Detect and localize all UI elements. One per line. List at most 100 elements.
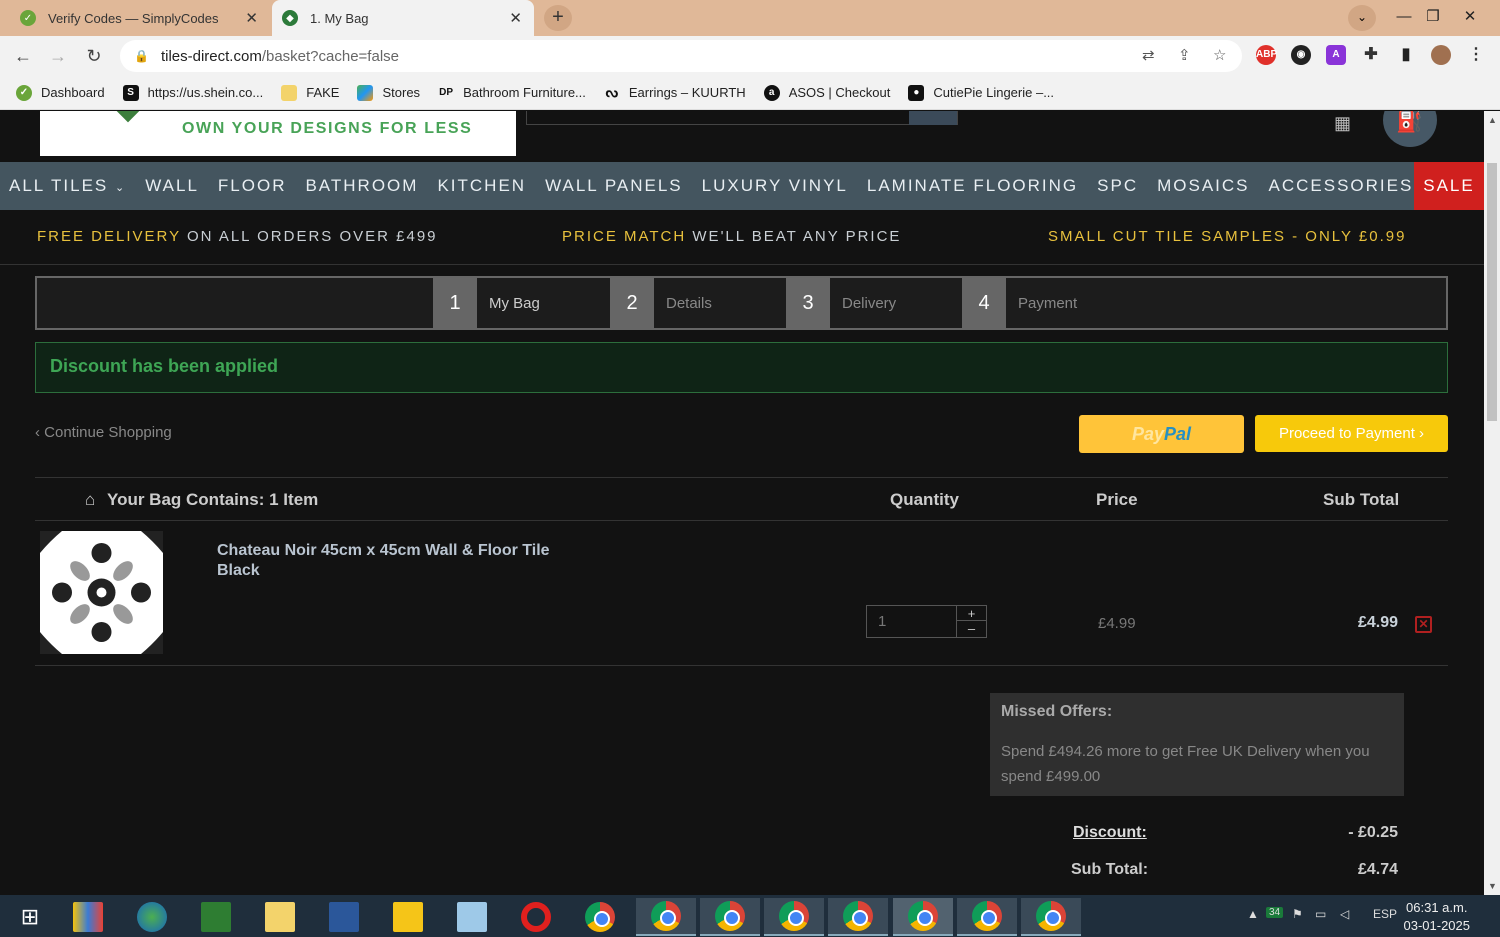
- network-icon[interactable]: ▭: [1315, 907, 1326, 921]
- calculator-icon[interactable]: ▦: [1334, 113, 1351, 134]
- scrollbar-thumb[interactable]: [1487, 163, 1497, 421]
- tray-badge[interactable]: 34: [1266, 907, 1284, 918]
- page-scrollbar[interactable]: ▲ ▼: [1484, 111, 1500, 895]
- bookmark-star-icon[interactable]: ☆: [1213, 46, 1226, 64]
- discount-label[interactable]: Discount:: [1073, 824, 1147, 842]
- extensions-puzzle-icon[interactable]: ✚: [1361, 45, 1381, 65]
- nav-kitchen[interactable]: KITCHEN: [437, 176, 526, 196]
- taskbar-chrome-profile-2[interactable]: [700, 898, 760, 936]
- chrome-icon: [715, 901, 745, 931]
- taskbar-chrome-profile-4[interactable]: [828, 898, 888, 936]
- scroll-down-icon[interactable]: ▼: [1488, 881, 1497, 891]
- nav-wall-panels[interactable]: WALL PANELS: [545, 176, 683, 196]
- restore-icon[interactable]: ❐: [1413, 0, 1453, 36]
- taskbar-chrome-profile-1[interactable]: [636, 898, 696, 936]
- search-button[interactable]: [909, 111, 957, 125]
- taskbar-pdf[interactable]: [378, 898, 438, 936]
- product-name-link[interactable]: Chateau Noir 45cm x 45cm Wall & Floor Ti…: [217, 541, 587, 581]
- tab-simplycodes[interactable]: ✓ Verify Codes — SimplyCodes ✕: [10, 0, 270, 36]
- tray-overflow-icon[interactable]: ▲: [1247, 907, 1259, 921]
- nav-spc[interactable]: SPC: [1097, 176, 1138, 196]
- bookmark-label: FAKE: [306, 85, 340, 100]
- side-panel-icon[interactable]: ▮: [1396, 45, 1416, 65]
- menu-kebab-icon[interactable]: ⋮: [1466, 45, 1486, 65]
- taskbar-chrome-profile-7[interactable]: [1021, 898, 1081, 936]
- flag-icon[interactable]: ⚑: [1292, 907, 1303, 921]
- start-button[interactable]: ⊞: [0, 898, 60, 936]
- bookmark-kuurth[interactable]: ᔓ Earrings – KUURTH: [604, 84, 746, 101]
- clock[interactable]: 06:31 a.m. 03-01-2025: [1404, 899, 1471, 935]
- step-my-bag[interactable]: 1 My Bag: [433, 278, 540, 328]
- bookmark-label: ASOS | Checkout: [788, 85, 891, 100]
- address-bar[interactable]: 🔒 tiles-direct.com/basket?cache=false ⇄ …: [120, 40, 1242, 72]
- close-tab-icon[interactable]: ✕: [509, 9, 522, 27]
- nav-bathroom[interactable]: BATHROOM: [305, 176, 418, 196]
- taskbar-chrome[interactable]: [570, 898, 630, 936]
- profile-avatar[interactable]: [1431, 45, 1451, 65]
- translate-icon[interactable]: ⇄: [1142, 46, 1155, 64]
- tab-my-bag[interactable]: ◆ 1. My Bag ✕: [272, 0, 534, 36]
- remove-item-icon[interactable]: ✕: [1415, 616, 1432, 633]
- scroll-up-icon[interactable]: ▲: [1488, 115, 1497, 125]
- quantity-input[interactable]: [867, 606, 957, 637]
- nav-floor[interactable]: FLOOR: [218, 176, 287, 196]
- taskbar-app-2[interactable]: [122, 898, 182, 936]
- product-thumbnail[interactable]: [40, 531, 163, 654]
- quantity-stepper[interactable]: + –: [866, 605, 987, 638]
- step-number: 3: [786, 278, 830, 328]
- bookmark-cutiepie[interactable]: ● CutiePie Lingerie –...: [908, 84, 1054, 101]
- taskbar-word[interactable]: [314, 898, 374, 936]
- extension-a-icon[interactable]: A: [1326, 45, 1346, 65]
- taskbar-opera[interactable]: [506, 898, 566, 936]
- proceed-to-payment-button[interactable]: Proceed to Payment ›: [1255, 415, 1448, 452]
- forward-icon[interactable]: →: [45, 43, 71, 69]
- reload-icon[interactable]: ↻: [81, 43, 107, 69]
- taskbar-chrome-profile-5[interactable]: [893, 898, 953, 936]
- bookmark-asos[interactable]: a ASOS | Checkout: [763, 84, 891, 101]
- promo-strip: FREE DELIVERY ON ALL ORDERS OVER £499 PR…: [0, 210, 1484, 265]
- nav-all-tiles[interactable]: ALL TILES ⌄: [9, 176, 126, 196]
- close-tab-icon[interactable]: ✕: [245, 9, 258, 27]
- bookmark-shein[interactable]: Shttps://us.shein.co...: [122, 84, 263, 101]
- bookmark-bathroom-furniture[interactable]: DP Bathroom Furniture...: [438, 85, 586, 101]
- back-icon[interactable]: ←: [10, 43, 36, 69]
- step-details[interactable]: 2 Details: [610, 278, 712, 328]
- nav-sale[interactable]: SALE: [1414, 162, 1484, 210]
- decrement-button[interactable]: –: [957, 621, 986, 636]
- bookmark-stores[interactable]: Stores: [357, 84, 420, 101]
- item-subtotal: £4.99: [1358, 614, 1399, 631]
- adblock-icon[interactable]: ABP: [1256, 45, 1277, 65]
- volume-icon[interactable]: ◁: [1340, 907, 1349, 921]
- taskbar-chrome-profile-3[interactable]: [764, 898, 824, 936]
- site-search-input[interactable]: [526, 111, 958, 125]
- tab-search-button[interactable]: ⌄: [1348, 5, 1376, 31]
- subtotal-value: £4.74: [1357, 861, 1398, 878]
- nav-laminate-flooring[interactable]: LAMINATE FLOORING: [867, 176, 1078, 196]
- nav-mosaics[interactable]: MOSAICS: [1157, 176, 1249, 196]
- basket-icon[interactable]: ⛽: [1383, 111, 1437, 147]
- nav-wall[interactable]: WALL: [145, 176, 199, 196]
- taskbar-chrome-profile-6[interactable]: [957, 898, 1017, 936]
- close-window-icon[interactable]: ✕: [1450, 0, 1490, 36]
- step-delivery[interactable]: 3 Delivery: [786, 278, 896, 328]
- input-language[interactable]: ESP: [1373, 907, 1397, 921]
- increment-button[interactable]: +: [957, 606, 986, 621]
- step-number: 1: [433, 278, 477, 328]
- nav-accessories[interactable]: ACCESSORIES: [1269, 176, 1414, 196]
- nav-luxury-vinyl[interactable]: LUXURY VINYL: [702, 176, 848, 196]
- taskbar-app-3[interactable]: [186, 898, 246, 936]
- new-tab-button[interactable]: +: [544, 5, 572, 31]
- taskbar-file-explorer[interactable]: [250, 898, 310, 936]
- share-icon[interactable]: ⇪: [1178, 46, 1191, 64]
- paypal-button[interactable]: PayPal: [1079, 415, 1244, 453]
- pdf-icon: [393, 902, 423, 932]
- extension-circle-icon[interactable]: ◉: [1291, 45, 1311, 65]
- bookmark-dashboard[interactable]: ✓ Dashboard: [16, 84, 105, 101]
- chrome-icon: [1036, 901, 1066, 931]
- taskbar-app-8[interactable]: [442, 898, 502, 936]
- bookmark-fake[interactable]: FAKE: [281, 84, 340, 101]
- taskbar-app-1[interactable]: [58, 898, 118, 936]
- step-payment[interactable]: 4 Payment: [962, 278, 1077, 328]
- site-logo[interactable]: OWN YOUR DESIGNS FOR LESS: [40, 111, 516, 156]
- continue-shopping-link[interactable]: ‹ Continue Shopping: [35, 424, 172, 441]
